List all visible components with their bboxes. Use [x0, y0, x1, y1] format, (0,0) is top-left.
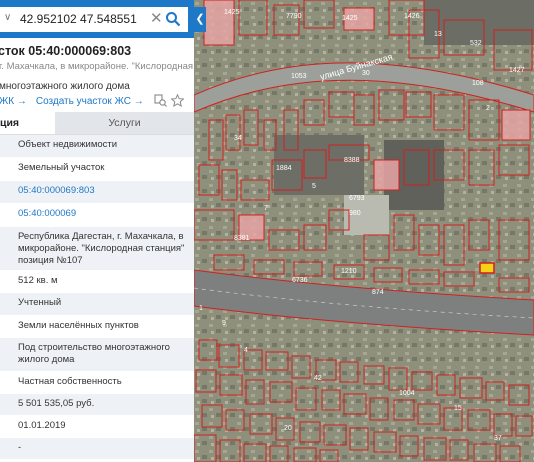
parcel-number: 6736 [292, 277, 308, 284]
parcel[interactable] [373, 159, 400, 191]
object-title: сток 05:40:000069:803 [0, 44, 132, 58]
parcel-number: 8381 [234, 235, 250, 242]
building-block [424, 0, 534, 45]
parcel-number: 1425 [224, 9, 240, 16]
attribute-row: 512 кв. м [0, 271, 194, 293]
cadastral-map[interactable]: улица Буйнакская 1425 7790 1425 1426 13 532 14… [194, 0, 534, 462]
parcel-number: 6793 [349, 195, 365, 202]
tab-bar: ция Услуги [0, 112, 194, 135]
info-panel: ∨ 42.952102 47.548551 ✕ сток 05:40:00006… [0, 0, 194, 462]
search-icon[interactable] [165, 11, 181, 27]
parcel-number: 980 [349, 210, 361, 217]
parcel-number: 1 [199, 305, 203, 312]
parcel-number: 9 [222, 320, 226, 327]
attribute-list: Объект недвижимости Земельный участок 05:4… [0, 135, 194, 460]
attribute-row: Земельный участок [0, 158, 194, 181]
parcel-number: 1884 [276, 165, 292, 172]
object-links: ЖК → Создать участок ЖС → [0, 96, 153, 107]
object-kind: многоэтажного жилого дома [0, 81, 130, 92]
parcel-number: 1427 [509, 67, 525, 74]
zk-link[interactable]: ЖК → [0, 96, 27, 107]
parcel[interactable] [203, 0, 235, 46]
parcel-number: 108 [472, 80, 484, 87]
parcel-number: 1053 [291, 73, 307, 80]
parcel-number: 8388 [344, 157, 360, 164]
attribute-row: 5 501 535,05 руб. [0, 394, 194, 416]
parcel-number: 42 [314, 375, 322, 382]
tab-services[interactable]: Услуги [55, 112, 194, 134]
parcel-number: 1426 [404, 13, 420, 20]
search-input[interactable]: 42.952102 47.548551 [20, 12, 137, 26]
attribute-row: Учтенный [0, 293, 194, 316]
attribute-row: - [0, 438, 194, 460]
attribute-row: Частная собственность [0, 372, 194, 394]
parcel-number: 532 [470, 40, 482, 47]
attribute-row[interactable]: 05:40:000069 [0, 204, 194, 227]
parcel-number: 7790 [286, 13, 302, 20]
collapse-panel-button[interactable]: ❮ [194, 7, 206, 32]
create-zs-link[interactable]: Создать участок ЖС → [36, 96, 144, 107]
search-bar: ∨ 42.952102 47.548551 ✕ [0, 0, 194, 38]
parcel-number: 1004 [399, 390, 415, 397]
tab-info[interactable]: ция [0, 112, 55, 134]
copy-icon[interactable] [154, 94, 167, 107]
parcel-number: 34 [234, 135, 242, 142]
chevron-down-icon[interactable]: ∨ [4, 12, 11, 23]
selected-parcel[interactable] [479, 262, 495, 274]
parcel-number: 7 [264, 205, 268, 212]
parcel-number: 30 [362, 70, 370, 77]
parcel-number: 2 [486, 105, 490, 112]
attribute-row: Республика Дагестан, г. Махачкала, в мик… [0, 227, 194, 271]
attribute-row: Под строительство многоэтажного жилого д… [0, 338, 194, 372]
attribute-row: 01.01.2019 [0, 416, 194, 438]
parcel-number: 37 [494, 435, 502, 442]
parcel-number: 874 [372, 289, 384, 296]
parcel-number: 13 [434, 31, 442, 38]
map-canvas[interactable]: улица Буйнакская 14257790 1425 14261353214… [194, 0, 534, 462]
parcel-number: 1210 [341, 268, 357, 275]
parcel-number: 5 [312, 183, 316, 190]
search-field[interactable]: ∨ 42.952102 47.548551 ✕ [0, 7, 188, 32]
object-subtitle: г. Махачкала, в микрорайоне. "Кислородна… [0, 61, 194, 72]
parcel-number: 1425 [342, 15, 358, 22]
parcel-number: 4 [244, 347, 248, 354]
parcel-number: 15 [454, 405, 462, 412]
parcel[interactable] [501, 109, 531, 141]
parcel-number: 20 [284, 425, 292, 432]
attribute-row[interactable]: 05:40:000069:803 [0, 181, 194, 204]
attribute-row: Земли населённых пунктов [0, 316, 194, 338]
close-icon[interactable]: ✕ [150, 10, 163, 27]
star-icon[interactable] [171, 94, 184, 107]
attribute-row: Объект недвижимости [0, 135, 194, 158]
